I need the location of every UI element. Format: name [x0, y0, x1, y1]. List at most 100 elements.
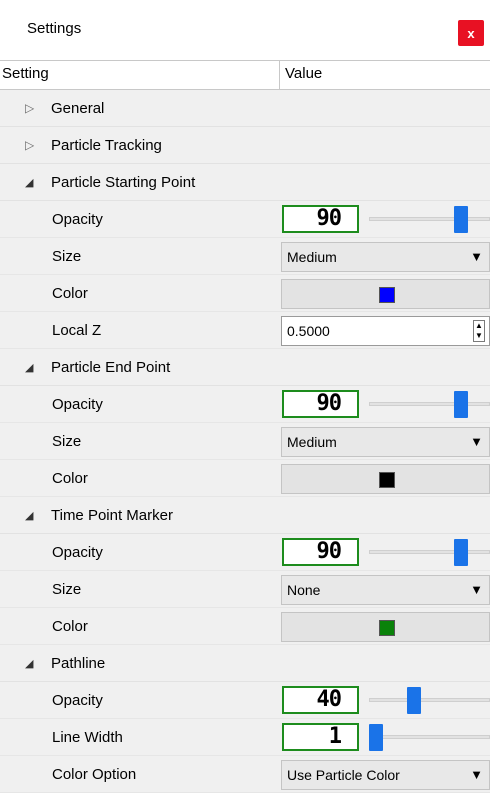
property-row-color: Color — [0, 460, 490, 497]
dropdown-arrow-icon[interactable]: ▼ — [470, 249, 483, 264]
property-label: Size — [52, 433, 82, 450]
value-cell: 90 — [280, 203, 490, 236]
color-picker-button[interactable] — [281, 464, 490, 494]
slider-thumb[interactable] — [453, 539, 468, 566]
number-spinbox[interactable]: 0.5000 ▲ ▼ — [281, 316, 490, 346]
slider-thumb[interactable] — [406, 687, 421, 714]
dropdown-arrow-icon[interactable]: ▼ — [470, 582, 483, 597]
dropdown-value: Medium — [287, 249, 337, 265]
property-label: Color — [52, 618, 88, 635]
category-label: Particle End Point — [51, 359, 171, 376]
category-general[interactable]: ▷ General — [0, 90, 490, 127]
slider-thumb[interactable] — [453, 206, 468, 233]
dropdown-select[interactable]: Medium ▼ — [281, 242, 490, 272]
property-label: Opacity — [52, 396, 103, 413]
value-cell: Medium ▼ — [280, 240, 490, 273]
category-particle-end-point[interactable]: ◢ Particle End Point — [0, 349, 490, 386]
value-cell: None ▼ — [280, 573, 490, 606]
slider-thumb[interactable] — [453, 391, 468, 418]
property-row-line-width: Line Width 1 — [0, 719, 490, 756]
value-cell: 90 — [280, 388, 490, 421]
category-label: Pathline — [51, 655, 106, 672]
dropdown-select[interactable]: Use Particle Color ▼ — [281, 760, 490, 790]
value-cell: Medium ▼ — [280, 425, 490, 458]
title-bar: Settings x — [0, 0, 490, 61]
property-grid: ▷ General ▷ Particle Tracking ◢ Particle Star… — [0, 90, 490, 793]
value-cell: 0.5000 ▲ ▼ — [280, 314, 490, 347]
color-swatch — [379, 287, 395, 303]
category-pathline[interactable]: ◢ Pathline — [0, 645, 490, 682]
close-button[interactable]: x — [458, 20, 484, 46]
value-column-header: Value — [285, 65, 323, 82]
color-swatch — [379, 472, 395, 488]
dropdown-select[interactable]: Medium ▼ — [281, 427, 490, 457]
window-title: Settings — [27, 20, 82, 37]
value-cell — [280, 462, 490, 495]
value-cell — [280, 610, 490, 643]
dropdown-arrow-icon[interactable]: ▼ — [470, 434, 483, 449]
property-label: Opacity — [52, 692, 103, 709]
value-cell: 90 — [280, 536, 490, 569]
expanded-triangle-icon[interactable]: ◢ — [25, 509, 33, 522]
collapsed-triangle-icon[interactable]: ▷ — [25, 101, 34, 115]
property-row-local-z: Local Z 0.5000 ▲ ▼ — [0, 312, 490, 349]
slider-track[interactable] — [369, 735, 490, 739]
category-particle-starting-point[interactable]: ◢ Particle Starting Point — [0, 164, 490, 201]
property-label: Size — [52, 248, 82, 265]
spin-up-icon[interactable]: ▲ — [475, 321, 483, 331]
spinbox-value: 0.5000 — [287, 323, 330, 339]
property-row-size: Size Medium ▼ — [0, 238, 490, 275]
spinbox-buttons[interactable]: ▲ ▼ — [473, 320, 485, 342]
column-divider[interactable] — [279, 61, 280, 89]
value-display: 90 — [282, 205, 359, 233]
dropdown-value: Use Particle Color — [287, 767, 400, 783]
slider-track[interactable] — [369, 698, 490, 702]
value-display: 40 — [282, 686, 359, 714]
category-label: General — [51, 100, 105, 117]
category-label: Particle Starting Point — [51, 174, 196, 191]
property-row-color-option: Color Option Use Particle Color ▼ — [0, 756, 490, 793]
dropdown-arrow-icon[interactable]: ▼ — [470, 767, 483, 782]
expanded-triangle-icon[interactable]: ◢ — [25, 361, 33, 374]
property-label: Color — [52, 470, 88, 487]
value-cell: 40 — [280, 684, 490, 717]
expanded-triangle-icon[interactable]: ◢ — [25, 176, 33, 189]
column-header: Setting Value — [0, 60, 490, 90]
property-label: Color — [52, 285, 88, 302]
category-particle-tracking[interactable]: ▷ Particle Tracking — [0, 127, 490, 164]
color-picker-button[interactable] — [281, 279, 490, 309]
value-cell — [280, 277, 490, 310]
property-label: Opacity — [52, 544, 103, 561]
expanded-triangle-icon[interactable]: ◢ — [25, 657, 33, 670]
property-row-color: Color — [0, 608, 490, 645]
dropdown-value: None — [287, 582, 321, 598]
slider-thumb[interactable] — [369, 724, 383, 751]
property-row-size: Size Medium ▼ — [0, 423, 490, 460]
property-row-opacity: Opacity 90 — [0, 534, 490, 571]
property-label: Local Z — [52, 322, 102, 339]
spin-down-icon[interactable]: ▼ — [475, 331, 483, 341]
property-label: Color Option — [52, 766, 137, 783]
category-label: Time Point Marker — [51, 507, 173, 524]
property-label: Size — [52, 581, 82, 598]
value-display: 90 — [282, 390, 359, 418]
category-time-point-marker[interactable]: ◢ Time Point Marker — [0, 497, 490, 534]
value-cell: 1 — [280, 721, 490, 754]
close-icon: x — [467, 25, 475, 41]
property-row-opacity: Opacity 40 — [0, 682, 490, 719]
slider-track[interactable] — [369, 550, 490, 554]
property-row-color: Color — [0, 275, 490, 312]
property-row-size: Size None ▼ — [0, 571, 490, 608]
slider-track[interactable] — [369, 217, 490, 221]
property-label: Opacity — [52, 211, 103, 228]
dropdown-select[interactable]: None ▼ — [281, 575, 490, 605]
value-cell: Use Particle Color ▼ — [280, 758, 490, 791]
value-display: 1 — [282, 723, 359, 751]
color-swatch — [379, 620, 395, 636]
color-picker-button[interactable] — [281, 612, 490, 642]
property-row-opacity: Opacity 90 — [0, 386, 490, 423]
collapsed-triangle-icon[interactable]: ▷ — [25, 138, 34, 152]
property-label: Line Width — [52, 729, 123, 746]
slider-track[interactable] — [369, 402, 490, 406]
grid-footer — [0, 793, 490, 808]
